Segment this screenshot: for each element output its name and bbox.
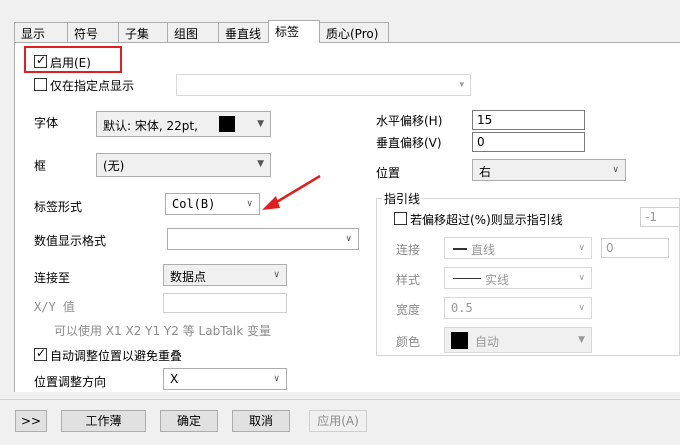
leader-width-value: 0.5: [451, 301, 473, 315]
v-offset-label: 垂直偏移(V): [376, 136, 442, 150]
leader-width-label: 宽度: [396, 303, 421, 317]
leader-color-value: 自动: [475, 335, 500, 349]
leader-width-select[interactable]: 0.5 ∨: [444, 297, 592, 319]
leader-threshold-value: -1: [645, 210, 657, 224]
leader-style-value: 实线: [485, 273, 510, 287]
workbook-button[interactable]: 工作薄: [61, 410, 146, 432]
frame-value: (无): [103, 159, 125, 173]
chevron-down-icon: ▾: [459, 80, 464, 90]
leader-connect-number-value: 0: [606, 241, 614, 255]
line-style-icon: [453, 278, 481, 279]
cancel-button[interactable]: 取消: [232, 410, 290, 432]
leader-show-label: 若偏移超过(%)则显示指引线: [410, 213, 563, 227]
tab-symbol[interactable]: 符号: [67, 22, 119, 42]
connect-to-select[interactable]: 数据点 ∨: [163, 264, 287, 286]
color-swatch: [451, 332, 468, 349]
leader-style-select[interactable]: 实线 ∨: [444, 267, 592, 289]
font-select[interactable]: 默认: 宋体, 22pt, ▼: [96, 111, 271, 137]
chevron-down-icon: ∨: [345, 234, 352, 244]
only-points-label: 仅在指定点显示: [50, 79, 135, 93]
connect-to-value: 数据点: [170, 270, 207, 284]
chevron-down-icon: ∨: [578, 243, 585, 253]
leader-connect-label: 连接: [396, 243, 421, 257]
chevron-down-icon: ∨: [246, 199, 253, 209]
only-points-select[interactable]: ▾: [176, 74, 471, 96]
leader-style-label: 样式: [396, 273, 421, 287]
highlight-box: [24, 46, 122, 73]
v-offset-field[interactable]: 0: [472, 132, 585, 152]
leader-connect-number[interactable]: 0: [601, 238, 669, 258]
line-style-icon: [453, 248, 467, 250]
tab-group[interactable]: 组图: [167, 22, 219, 42]
tab-drop-lines[interactable]: 垂直线: [218, 22, 270, 42]
frame-select[interactable]: (无) ▼: [96, 153, 271, 177]
label-form-select[interactable]: Col(B) ∨: [165, 193, 260, 215]
leader-connect-select[interactable]: 直线 ∨: [444, 237, 592, 259]
apply-button[interactable]: 应用(A): [309, 410, 367, 432]
check-icon: ✓: [36, 346, 47, 360]
xy-value-field[interactable]: [163, 293, 287, 313]
h-offset-label: 水平偏移(H): [376, 114, 443, 128]
adjust-direction-label: 位置调整方向: [34, 375, 107, 389]
h-offset-field[interactable]: 15: [472, 110, 585, 130]
h-offset-value: 15: [477, 113, 493, 127]
font-color-swatch[interactable]: [219, 116, 235, 132]
xy-value-label: X/Y 值: [34, 300, 75, 314]
tab-label[interactable]: 标签: [268, 20, 320, 43]
position-select[interactable]: 右 ∨: [472, 159, 626, 181]
adjust-direction-value: X: [170, 372, 179, 386]
leader-line-title: 指引线: [382, 190, 423, 207]
red-arrow: [262, 174, 321, 210]
chevron-down-icon: ▼: [257, 159, 264, 169]
v-offset-value: 0: [477, 135, 485, 149]
label-form-value: Col(B): [172, 197, 216, 211]
ok-button[interactable]: 确定: [160, 410, 218, 432]
numeric-format-label: 数值显示格式: [34, 234, 107, 248]
auto-adjust-checkbox[interactable]: ✓: [34, 346, 47, 361]
labtalk-hint: 可以使用 X1 X2 Y1 Y2 等 LabTalk 变量: [54, 324, 271, 338]
footer-divider: [0, 399, 680, 400]
font-value: 默认: 宋体, 22pt,: [103, 119, 198, 133]
connect-to-label: 连接至: [34, 271, 71, 285]
position-label: 位置: [376, 166, 401, 180]
title-strip: [0, 0, 680, 22]
tab-centroid[interactable]: 质心(Pro): [319, 22, 389, 42]
chevron-down-icon: ▼: [257, 119, 264, 129]
chevron-down-icon: ∨: [612, 165, 619, 175]
only-points-checkbox[interactable]: [34, 78, 47, 91]
tab-display[interactable]: 显示: [14, 22, 68, 42]
adjust-direction-select[interactable]: X ∨: [163, 368, 287, 390]
leader-color-select[interactable]: 自动 ▼: [444, 327, 592, 353]
leader-threshold-field[interactable]: -1: [640, 207, 680, 227]
leader-show-checkbox[interactable]: [394, 212, 407, 225]
chevron-down-icon: ▼: [578, 335, 585, 345]
frame-label: 框: [34, 159, 47, 173]
expand-button[interactable]: >>: [15, 410, 47, 432]
label-form-label: 标签形式: [34, 200, 83, 214]
leader-connect-value: 直线: [471, 243, 496, 257]
font-label: 字体: [34, 116, 59, 130]
numeric-format-select[interactable]: ∨: [167, 228, 359, 250]
chevron-down-icon: ∨: [273, 270, 280, 280]
chevron-down-icon: ∨: [578, 273, 585, 283]
auto-adjust-label: 自动调整位置以避免重叠: [50, 349, 183, 363]
tab-subset[interactable]: 子集: [118, 22, 168, 42]
leader-color-label: 颜色: [396, 335, 421, 349]
position-value: 右: [479, 165, 492, 179]
chevron-down-icon: ∨: [578, 303, 585, 313]
chevron-down-icon: ∨: [273, 374, 280, 384]
